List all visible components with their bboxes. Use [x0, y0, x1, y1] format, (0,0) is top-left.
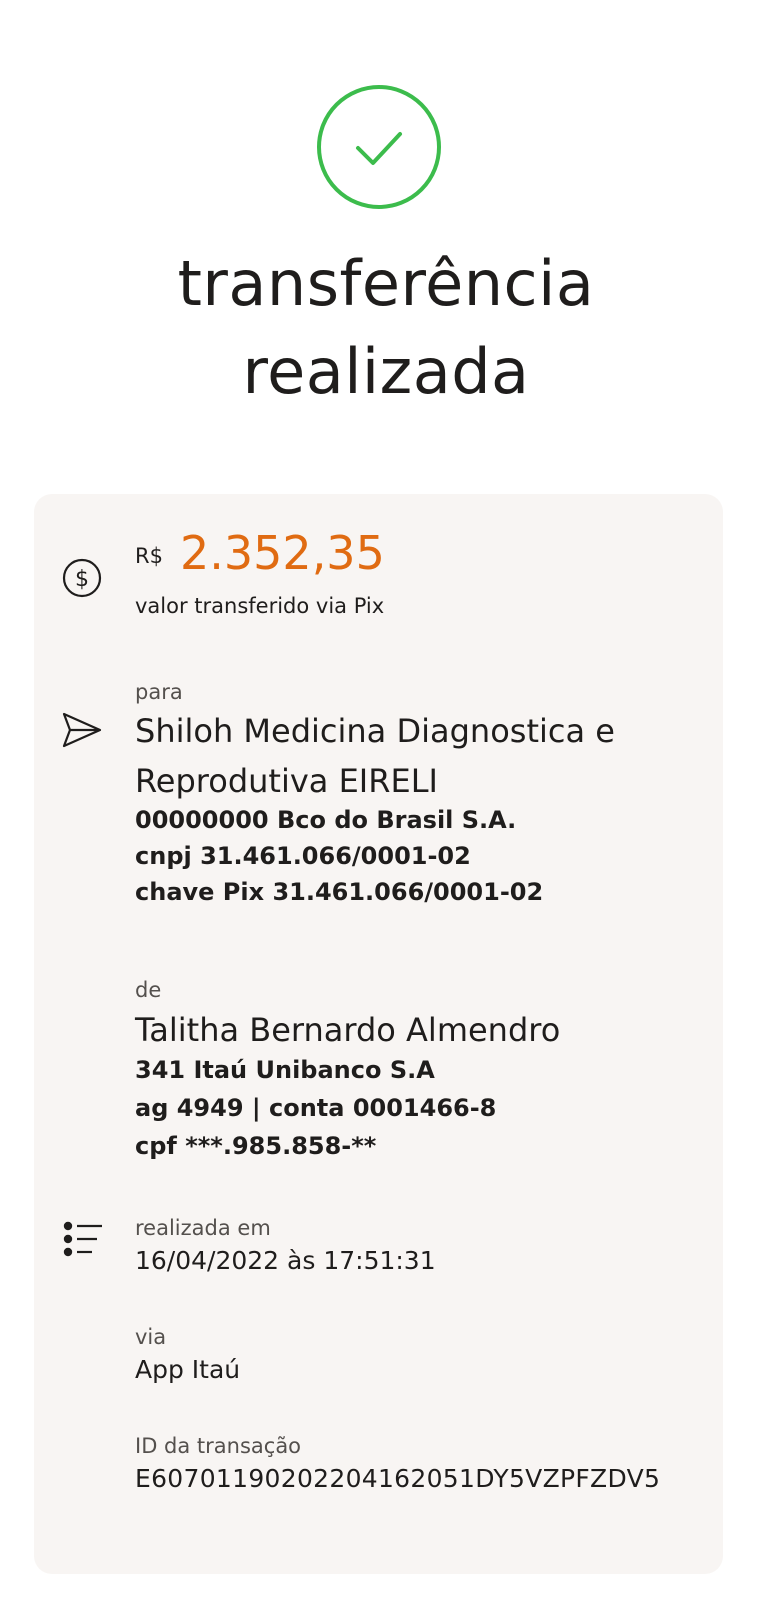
sender-label: de — [135, 978, 162, 1002]
sender-name-text: Talitha Bernardo Almendro — [135, 1011, 561, 1049]
sender-name: Talitha Bernardo Almendro — [135, 1005, 705, 1055]
sender-bank: 341 Itaú Unibanco S.A — [135, 1056, 435, 1084]
list-icon — [63, 1221, 102, 1257]
recipient-name-line-1: Shiloh Medicina Diagnostica e — [135, 712, 615, 750]
send-icon — [62, 712, 102, 748]
recipient-label: para — [135, 680, 183, 704]
amount-value: 2.352,35 — [180, 526, 385, 580]
title-line-2: realizada — [242, 335, 530, 408]
recipient-pix-key: chave Pix 31.461.066/0001-02 — [135, 878, 544, 906]
via-label: via — [135, 1325, 167, 1349]
recipient-name: Shiloh Medicina Diagnostica e Reprodutiv… — [135, 706, 705, 806]
success-check-icon — [317, 85, 441, 209]
transaction-id-value: E60701190202204162051DY5VZPFZDV5 — [135, 1464, 661, 1493]
recipient-bank: 00000000 Bco do Brasil S.A. — [135, 806, 517, 834]
transaction-id-label: ID da transação — [135, 1434, 302, 1458]
sender-account: ag 4949 | conta 0001466-8 — [135, 1094, 497, 1122]
amount-description: valor transferido via Pix — [135, 594, 385, 618]
amount-currency: R$ — [135, 544, 163, 568]
svg-text:$: $ — [75, 567, 89, 592]
date-label: realizada em — [135, 1216, 271, 1240]
page-title: transferência realizada — [0, 240, 772, 416]
dollar-circle-icon: $ — [62, 558, 102, 598]
date-value: 16/04/2022 às 17:51:31 — [135, 1246, 436, 1275]
title-line-1: transferência — [177, 247, 595, 320]
via-value: App Itaú — [135, 1355, 241, 1384]
receipt-card: $ R$ 2.352,35 valor transferido via Pix … — [34, 494, 723, 1574]
recipient-name-line-2: Reprodutiva EIRELI — [135, 762, 438, 800]
sender-cpf: cpf ***.985.858-** — [135, 1132, 377, 1160]
recipient-cnpj: cnpj 31.461.066/0001-02 — [135, 842, 471, 870]
